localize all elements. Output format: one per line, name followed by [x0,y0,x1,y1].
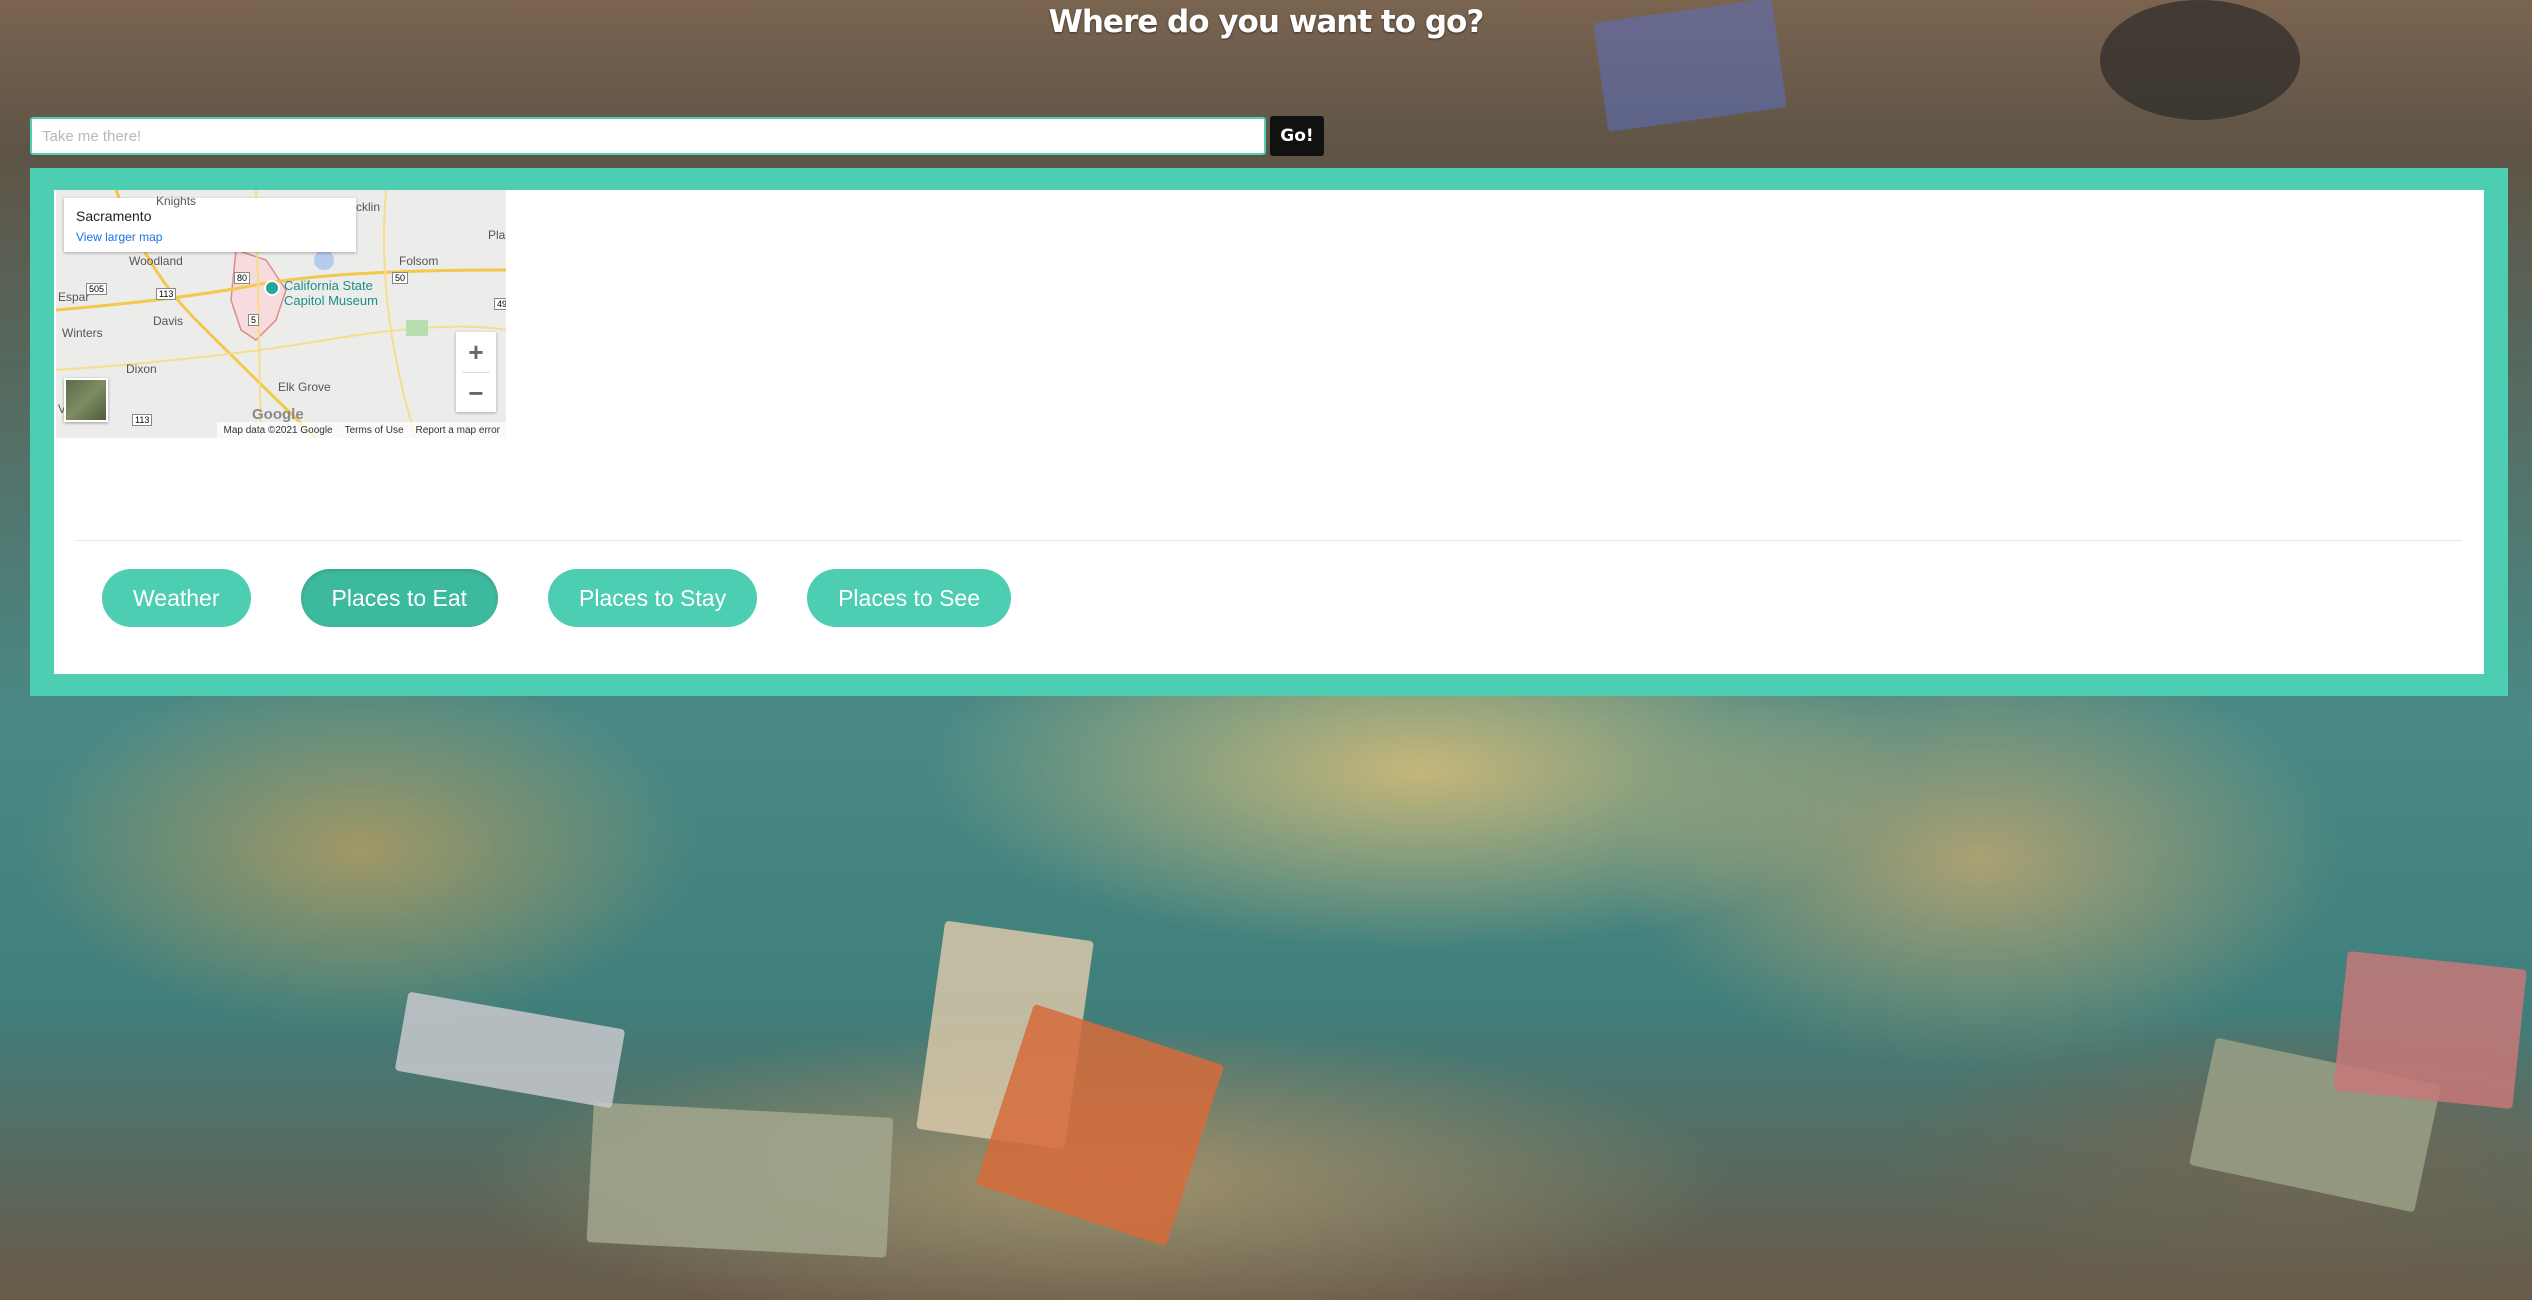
embedded-google-map[interactable]: Sacramento View larger map Knights Woodl… [56,190,506,438]
map-attribution-bar: Map data ©2021 Google Terms of Use Repor… [217,422,506,438]
view-larger-map-link[interactable]: View larger map [76,230,344,244]
route-shield-icon: 113 [132,414,153,426]
map-place-name: Sacramento [76,208,152,224]
route-shield-icon: 5 [248,314,260,326]
background-banknote [586,1102,894,1258]
map-label-dixon: Dixon [126,362,157,376]
weather-button[interactable]: Weather [102,569,251,627]
search-bar: Go! [30,116,1324,156]
places-to-see-button[interactable]: Places to See [807,569,1011,627]
satellite-view-toggle[interactable] [64,378,108,422]
go-button[interactable]: Go! [1270,116,1324,156]
places-to-eat-button[interactable]: Places to Eat [300,569,499,627]
map-label-winters: Winters [62,326,103,340]
route-shield-icon: 505 [86,283,108,295]
map-label-folsom: Folsom [399,254,439,268]
map-label-espar: Espar [58,290,90,304]
results-panel-content: Sacramento View larger map Knights Woodl… [54,190,2484,674]
map-zoom-control: + − [456,332,496,412]
map-pin-icon [264,280,280,296]
background-banknote [2333,950,2527,1110]
zoom-out-button[interactable]: − [456,373,496,413]
route-shield-icon: 49 [494,298,506,310]
report-map-error-link[interactable]: Report a map error [416,425,500,436]
map-label-davis: Davis [153,314,184,328]
google-logo: Google [252,406,304,423]
results-panel: Sacramento View larger map Knights Woodl… [30,168,2508,696]
zoom-in-button[interactable]: + [456,332,496,372]
map-label-placerville: Pla [488,228,506,242]
destination-search-input[interactable] [30,117,1266,155]
map-label-woodland: Woodland [129,254,183,268]
map-label-knights: Knights [156,194,197,208]
map-label-rocklin: cklin [356,200,381,214]
route-shield-icon: 80 [234,272,251,284]
map-info-card: Sacramento View larger map [64,198,356,252]
route-shield-icon: 113 [156,288,177,300]
category-button-row: Weather Places to Eat Places to Stay Pla… [102,569,1011,627]
map-data-attribution: Map data ©2021 Google [223,424,333,436]
background-banknote [394,991,626,1109]
panel-divider [76,540,2462,541]
route-shield-icon: 50 [392,272,409,284]
terms-of-use-link[interactable]: Terms of Use [345,425,404,436]
places-to-stay-button[interactable]: Places to Stay [548,569,758,627]
page-title: Where do you want to go? [1048,4,1485,40]
map-label-elk-grove: Elk Grove [278,380,331,394]
map-poi-capitol-museum: California State Capitol Museum [284,278,378,308]
